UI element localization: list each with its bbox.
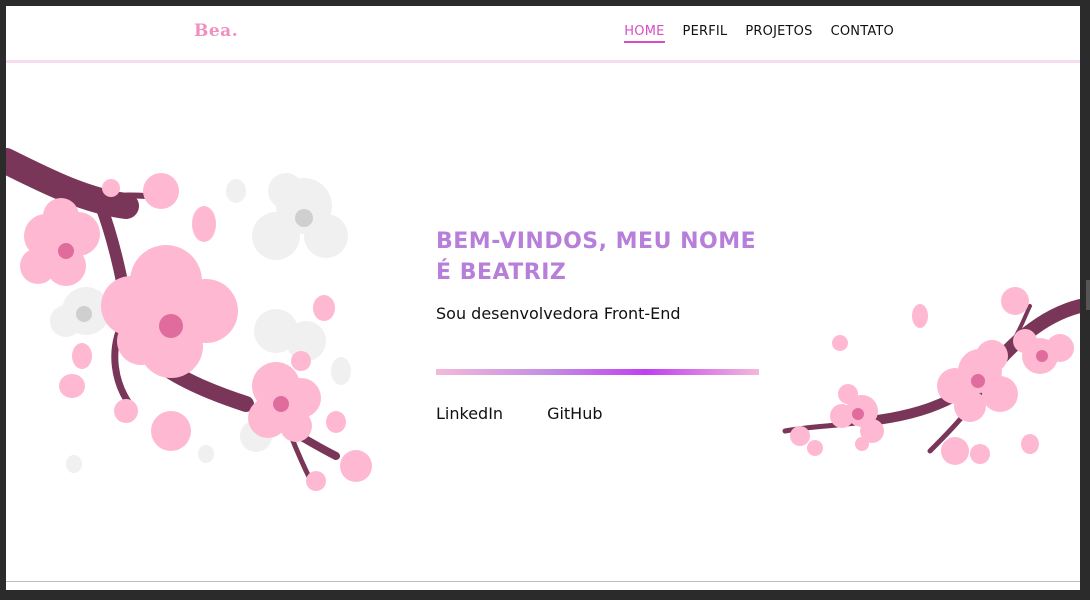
nav-item-home[interactable]: HOME xyxy=(624,24,665,43)
navbar: Bea. HOME PERFIL PROJETOS CONTATO xyxy=(6,6,1080,63)
social-links: LinkedIn GitHub xyxy=(436,404,603,423)
logo[interactable]: Bea. xyxy=(194,21,238,41)
nav-item-projetos[interactable]: PROJETOS xyxy=(745,24,812,43)
nav-item-perfil[interactable]: PERFIL xyxy=(683,24,728,43)
hero-title: BEM-VINDOS, MEU NOME É BEATRIZ xyxy=(436,229,757,285)
cherry-blossom-right-illustration xyxy=(782,287,1080,465)
scrollbar-handle[interactable] xyxy=(1086,280,1090,310)
cherry-blossom-left-illustration xyxy=(6,148,372,491)
nav-item-contato[interactable]: CONTATO xyxy=(831,24,894,43)
linkedin-link[interactable]: LinkedIn xyxy=(436,404,503,423)
nav-menu: HOME PERFIL PROJETOS CONTATO xyxy=(624,24,894,43)
footer-divider xyxy=(6,581,1080,582)
github-link[interactable]: GitHub xyxy=(547,404,602,423)
hero-subtitle: Sou desenvolvedora Front-End xyxy=(436,304,681,323)
browser-viewport: Bea. HOME PERFIL PROJETOS CONTATO BEM-VI… xyxy=(6,6,1080,590)
gradient-divider xyxy=(436,369,759,375)
